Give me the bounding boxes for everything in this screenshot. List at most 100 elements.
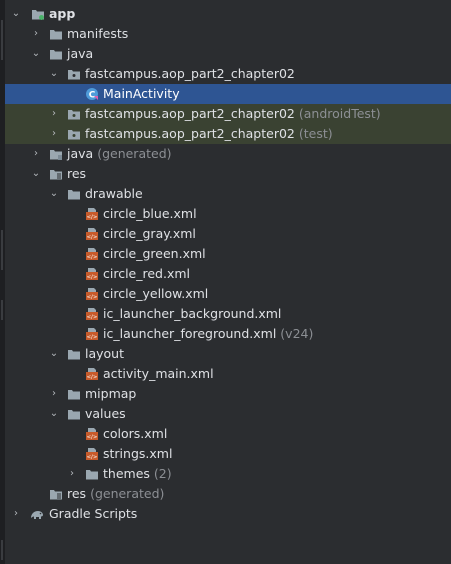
package-icon (68, 70, 80, 80)
gutter-mark (1, 540, 3, 560)
chevron-down-icon[interactable]: ⌄ (47, 404, 61, 424)
tree-row-circle-red[interactable]: </> circle_red.xml (5, 264, 451, 284)
tree-label-text: res (67, 486, 87, 501)
svg-text:</>: </> (86, 455, 97, 461)
tree-row-ic-launcher-foreground[interactable]: </> ic_launcher_foreground.xml (v24) (5, 324, 451, 344)
tree-row-gradle-scripts[interactable]: › Gradle Scripts (5, 504, 451, 524)
tree-row-circle-blue[interactable]: </> circle_blue.xml (5, 204, 451, 224)
xml-file-icon: </> (86, 228, 98, 241)
tree-label: layout (85, 346, 125, 361)
tree-row-package-test[interactable]: › fastcampus.aop_part2_chapter02 (test) (5, 124, 451, 144)
chevron-down-icon[interactable]: ⌄ (47, 184, 61, 204)
resource-folder-icon (50, 170, 62, 180)
folder-icon (68, 390, 80, 400)
chevron-right-icon[interactable]: › (9, 504, 23, 524)
gutter-mark (1, 230, 3, 270)
tree-row-ic-launcher-background[interactable]: </> ic_launcher_background.xml (5, 304, 451, 324)
xml-file-icon: </> (86, 328, 98, 341)
tree-label: circle_blue.xml (103, 206, 197, 221)
folder-icon (68, 410, 80, 420)
folder-icon (68, 190, 80, 200)
tree-row-themes[interactable]: › themes (2) (5, 464, 451, 484)
tree-row-circle-gray[interactable]: </> circle_gray.xml (5, 224, 451, 244)
tree-label-hint: (v24) (280, 326, 314, 341)
tree-label: fastcampus.aop_part2_chapter02 (test) (85, 124, 333, 144)
tree-label: themes (2) (103, 464, 172, 484)
tree-label-hint: (androidTest) (298, 106, 381, 121)
chevron-down-icon[interactable]: ⌄ (47, 64, 61, 84)
xml-file-icon: </> (86, 268, 98, 281)
tree-label: circle_yellow.xml (103, 286, 209, 301)
tree-label: Gradle Scripts (49, 506, 138, 521)
package-icon (68, 110, 80, 120)
chevron-right-icon[interactable]: › (47, 124, 61, 144)
tree-label: strings.xml (103, 446, 173, 461)
svg-text:</>: </> (86, 255, 97, 261)
chevron-right-icon[interactable]: › (47, 104, 61, 124)
tree-label-text: java (67, 146, 94, 161)
svg-text:</>: </> (86, 235, 97, 241)
tree-row-package-android-test[interactable]: › fastcampus.aop_part2_chapter02 (androi… (5, 104, 451, 124)
tree-label: res (67, 166, 87, 181)
gradle-elephant-icon (31, 511, 43, 519)
chevron-down-icon[interactable]: ⌄ (47, 344, 61, 364)
tree-row-strings[interactable]: </> strings.xml (5, 444, 451, 464)
tree-label: ic_launcher_foreground.xml (v24) (103, 324, 313, 344)
tree-label: circle_gray.xml (103, 226, 196, 241)
xml-file-icon: </> (86, 308, 98, 321)
tree-row-manifests[interactable]: › manifests (5, 24, 451, 44)
tree-label: circle_green.xml (103, 246, 206, 261)
chevron-down-icon[interactable]: ⌄ (9, 4, 23, 24)
tree-label: java (generated) (67, 144, 172, 164)
tree-label-text: themes (103, 466, 150, 481)
tree-row-layout[interactable]: ⌄ layout (5, 344, 451, 364)
tree-label: mipmap (85, 386, 137, 401)
gutter-mark (1, 20, 3, 60)
xml-file-icon: </> (86, 248, 98, 261)
chevron-down-icon[interactable]: ⌄ (29, 164, 43, 184)
tree-row-colors[interactable]: </> colors.xml (5, 424, 451, 444)
chevron-right-icon[interactable]: › (29, 144, 43, 164)
tree-label: circle_red.xml (103, 266, 191, 281)
folder-icon (50, 30, 62, 40)
tree-row-res[interactable]: ⌄ res (5, 164, 451, 184)
tree-label-text: ic_launcher_foreground.xml (103, 326, 277, 341)
tree-label-hint: (generated) (97, 146, 172, 161)
svg-text:</>: </> (86, 215, 97, 221)
tree-row-res-generated[interactable]: res (generated) (5, 484, 451, 504)
tree-row-circle-green[interactable]: </> circle_green.xml (5, 244, 451, 264)
tree-label-hint: (2) (153, 466, 172, 481)
chevron-right-icon[interactable]: › (29, 24, 43, 44)
tree-row-package-main[interactable]: ⌄ fastcampus.aop_part2_chapter02 (5, 64, 451, 84)
tree-label: java (67, 46, 94, 61)
tree-row-mipmap[interactable]: › mipmap (5, 384, 451, 404)
gutter-mark (1, 300, 3, 320)
chevron-right-icon[interactable]: › (47, 384, 61, 404)
project-tree: ⌄ app › manifests ⌄ java ⌄ fastcampus.ao… (5, 4, 451, 524)
tree-row-java-generated[interactable]: › java (generated) (5, 144, 451, 164)
tree-label-text: fastcampus.aop_part2_chapter02 (85, 126, 295, 141)
chevron-right-icon[interactable]: › (65, 464, 79, 484)
tree-row-values[interactable]: ⌄ values (5, 404, 451, 424)
svg-text:</>: </> (86, 315, 97, 321)
tree-label: app (49, 6, 76, 21)
tree-row-circle-yellow[interactable]: </> circle_yellow.xml (5, 284, 451, 304)
tree-row-drawable[interactable]: ⌄ drawable (5, 184, 451, 204)
xml-file-icon: </> (86, 428, 98, 441)
folder-icon (50, 50, 62, 60)
xml-file-icon: </> (86, 288, 98, 301)
tree-label: MainActivity (103, 86, 180, 101)
tree-label: res (generated) (67, 484, 164, 504)
tree-row-activity-main[interactable]: </> activity_main.xml (5, 364, 451, 384)
tree-row-app[interactable]: ⌄ app (5, 4, 451, 24)
module-folder-icon (32, 10, 44, 20)
tree-label: values (85, 406, 126, 421)
chevron-down-icon[interactable]: ⌄ (29, 44, 43, 64)
svg-text:</>: </> (86, 335, 97, 341)
tree-label-text: fastcampus.aop_part2_chapter02 (85, 106, 295, 121)
tree-label-hint: (generated) (90, 486, 165, 501)
tree-row-java[interactable]: ⌄ java (5, 44, 451, 64)
tree-row-main-activity[interactable]: C MainActivity (5, 84, 451, 104)
svg-text:C: C (89, 91, 96, 101)
folder-icon (86, 470, 98, 480)
